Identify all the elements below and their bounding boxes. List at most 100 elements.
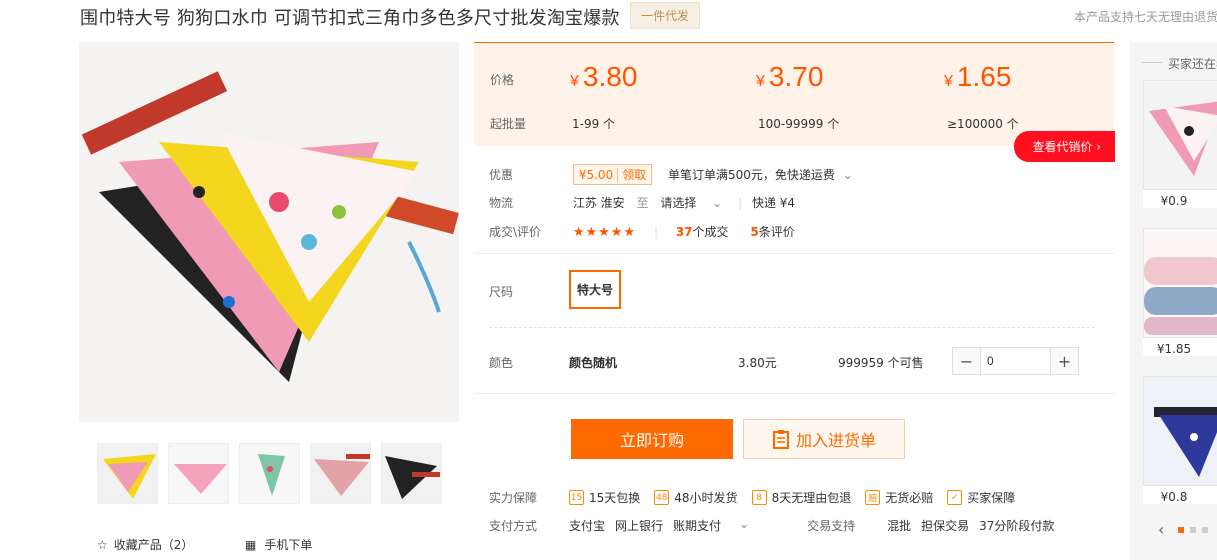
stock-available: 999959 个可售 <box>838 356 924 370</box>
recommended-item[interactable]: ¥1.85 <box>1143 228 1217 356</box>
sidebar-title: 买家还在看 <box>1168 57 1217 71</box>
payment-method: 支付宝 <box>569 519 606 533</box>
color-price: 3.80元 <box>738 356 777 370</box>
shield-icon: ✓ <box>947 490 963 505</box>
chevron-down-icon[interactable]: ⌄ <box>712 196 722 210</box>
recommended-item[interactable]: ¥0.8 <box>1143 376 1217 504</box>
promo-text: 单笔订单满500元，免快递运费 <box>668 168 835 182</box>
size-label: 尺码 <box>489 285 514 299</box>
promo-label: 优惠 <box>489 168 514 182</box>
price-panel: 价格 起批量 ¥3.80 1-99 个 ¥3.70 100-99999 个 ¥1… <box>474 42 1115 162</box>
shipping-48h-icon: 48 <box>654 490 670 505</box>
divider <box>489 327 1095 328</box>
plus-button[interactable]: + <box>1051 348 1078 374</box>
coupon-tag[interactable]: ¥5.00 领取 <box>572 164 653 185</box>
thumbnail[interactable] <box>239 443 300 504</box>
guarantee-item[interactable]: 赔无货必赔 <box>865 489 933 506</box>
dropship-badge[interactable]: 一件代发 <box>630 2 701 29</box>
qty-tier-2: 100-99999 个 <box>758 117 840 131</box>
thumbnail[interactable] <box>168 443 229 504</box>
view-agent-price-button[interactable]: 查看代销价 › <box>1014 131 1115 162</box>
qty-tier-1: 1-99 个 <box>572 117 616 131</box>
exchange-icon: 15 <box>569 490 584 505</box>
clipboard-icon <box>772 430 789 449</box>
review-text: 条评价 <box>758 225 795 239</box>
product-title: 围巾特大号 狗狗口水巾 可调节扣式三角巾多色多尺寸批发淘宝爆款 <box>80 8 620 29</box>
quantity-stepper: − + <box>952 347 1079 375</box>
logistics-label: 物流 <box>489 196 514 210</box>
favorite-button[interactable]: ☆ 收藏产品（2） <box>97 536 193 553</box>
recommended-image <box>1143 228 1217 338</box>
deals-text: 个成交 <box>692 225 729 239</box>
add-to-cart-label: 加入进货单 <box>795 431 876 450</box>
chevron-down-icon[interactable]: ⌄ <box>739 517 749 534</box>
color-row: 颜色 <box>489 354 569 371</box>
recommended-image <box>1143 80 1217 190</box>
payment-label: 支付方式 <box>489 519 538 533</box>
qr-code-icon: ▦ <box>245 537 257 552</box>
reviews-row: 成交\评价 ★★★★★ | 37个成交 5条评价 <box>489 225 795 240</box>
trade-item: 37分阶段付款 <box>979 519 1055 533</box>
recommended-price: ¥0.8 <box>1160 490 1188 504</box>
mobile-order-button[interactable]: ▦ 手机下单 <box>245 536 312 553</box>
review-count[interactable]: 5 <box>750 225 758 239</box>
divider <box>474 393 1114 394</box>
trade-item: 混批 <box>887 519 912 533</box>
price-label: 价格 <box>490 73 515 87</box>
add-to-cart-button[interactable]: 加入进货单 <box>743 419 905 459</box>
price-tier-2: ¥3.70 <box>756 61 824 92</box>
guarantee-item[interactable]: 48 48小时发货 <box>654 489 738 506</box>
quantity-input[interactable] <box>980 348 1051 374</box>
divider <box>1142 62 1162 63</box>
guarantee-row: 实力保障 15 15天包换 48 48小时发货 8 8天无理由包退 赔无货必赔 ✓ 买家… <box>489 489 1029 506</box>
destination-select[interactable]: 请选择 <box>660 196 696 210</box>
buy-now-button[interactable]: 立即订购 <box>571 419 733 459</box>
price-tier-3: ¥1.65 <box>944 61 1012 92</box>
size-option-selected[interactable]: 特大号 <box>569 270 622 309</box>
recommended-image <box>1143 376 1217 486</box>
page-dot[interactable] <box>1190 526 1197 533</box>
color-label: 颜色 <box>489 356 514 370</box>
payment-method: 账期支付 <box>673 519 722 533</box>
logistics-row: 物流 江苏 淮安 至 请选择 ⌄ | 快递 ¥4 <box>489 196 796 210</box>
return-icon: 8 <box>751 490 767 505</box>
thumbnail[interactable] <box>381 443 442 504</box>
min-quantity-label: 起批量 <box>490 117 527 131</box>
price-tier-1: ¥3.80 <box>570 61 638 92</box>
recommended-price: ¥1.85 <box>1156 342 1192 356</box>
recommendation-sidebar: 买家还在看 ¥0.9 ¥1.85 ¥0.8 ‹ <box>1130 42 1217 560</box>
deals-count[interactable]: 37 <box>676 225 693 239</box>
page-dot[interactable] <box>1202 526 1209 533</box>
sidebar-pagination: ‹ <box>1158 520 1209 539</box>
trade-item: 担保交易 <box>921 519 970 533</box>
ship-from: 江苏 淮安 <box>572 196 625 210</box>
rating-stars: ★★★★★ <box>572 225 637 240</box>
payment-row: 支付方式 支付宝 网上银行 账期支付 ⌄ 交易支持 混批 担保交易 37分阶段付… <box>489 517 1054 534</box>
compensation-icon: 赔 <box>865 490 881 505</box>
mobile-order-label: 手机下单 <box>264 538 313 552</box>
chevron-left-icon[interactable]: ‹ <box>1158 520 1164 539</box>
thumbnail[interactable] <box>97 443 158 504</box>
guarantee-label: 实力保障 <box>489 491 538 505</box>
minus-button[interactable]: − <box>953 348 980 374</box>
payment-method: 网上银行 <box>615 519 664 533</box>
guarantee-item[interactable]: 8 8天无理由包退 <box>751 489 851 506</box>
favorite-label: 收藏产品（2） <box>113 538 194 552</box>
divider <box>474 253 1114 254</box>
guarantee-item[interactable]: ✓ 买家保障 <box>947 489 1015 506</box>
color-value: 颜色随机 <box>569 356 618 370</box>
chevron-down-icon[interactable]: ⌄ <box>843 168 853 182</box>
return-policy-note: 本产品支持七天无理由退货 <box>1074 10 1217 24</box>
trade-support-label: 交易支持 <box>807 519 856 533</box>
recommended-item[interactable]: ¥0.9 <box>1143 80 1217 208</box>
guarantee-item[interactable]: 15 15天包换 <box>569 489 640 506</box>
size-row: 尺码 <box>489 283 569 300</box>
to-word: 至 <box>636 196 649 210</box>
thumbnail-strip <box>97 443 442 504</box>
bandana-image <box>79 42 459 422</box>
shipping-method: 快递 ¥4 <box>751 196 796 210</box>
page-dot[interactable] <box>1178 526 1185 533</box>
main-product-image[interactable] <box>79 42 459 422</box>
star-outline-icon: ☆ <box>97 537 108 552</box>
thumbnail[interactable] <box>310 443 371 504</box>
